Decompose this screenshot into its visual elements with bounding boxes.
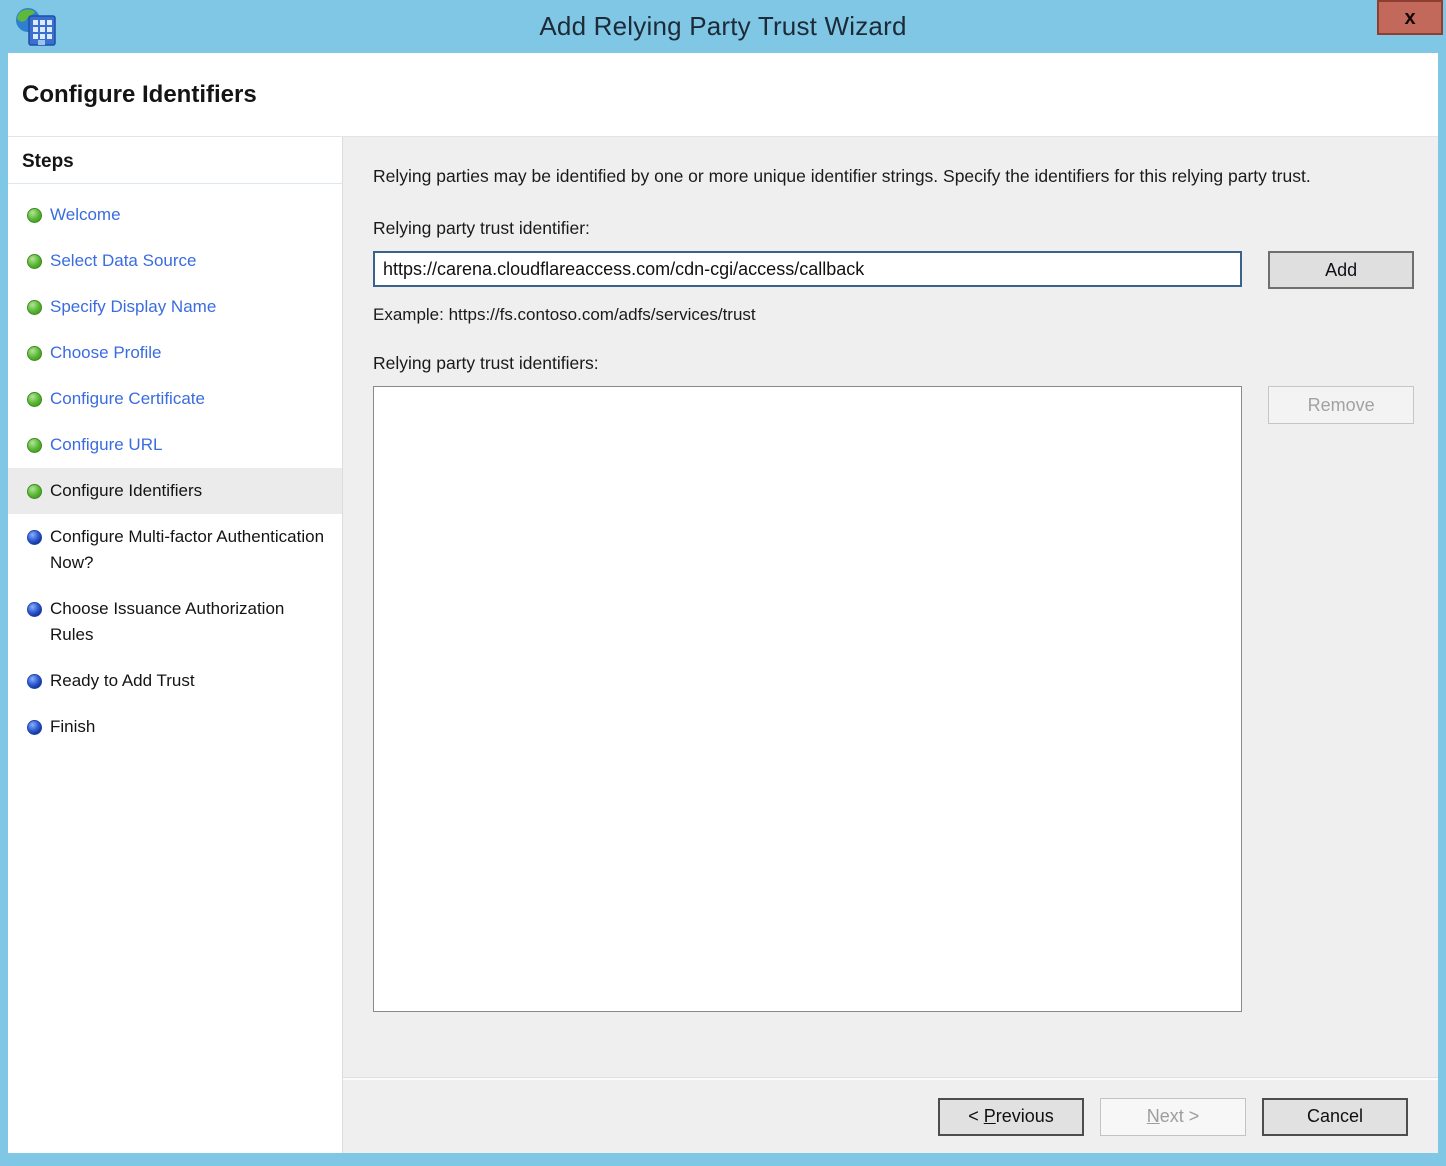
cancel-button[interactable]: Cancel <box>1262 1098 1408 1136</box>
step-item-specify-display-name[interactable]: Specify Display Name <box>8 284 342 330</box>
steps-sidebar: Steps Welcome Select Data Source Specify D… <box>8 137 343 1153</box>
window-title: Add Relying Party Trust Wizard <box>539 11 906 42</box>
steps-list: Welcome Select Data Source Specify Display… <box>8 192 342 750</box>
page-header: Configure Identifiers <box>8 53 1438 137</box>
step-item-label: Configure URL <box>50 435 162 454</box>
step-item-label: Configure Identifiers <box>50 481 202 500</box>
step-item-welcome[interactable]: Welcome <box>8 192 342 238</box>
remove-button[interactable]: Remove <box>1268 386 1414 424</box>
step-item-configure-multi-factor-authentication-now[interactable]: Configure Multi-factor Authentication No… <box>8 514 342 586</box>
step-item-configure-certificate[interactable]: Configure Certificate <box>8 376 342 422</box>
example-text: Example: https://fs.contoso.com/adfs/ser… <box>373 305 1414 325</box>
step-item-choose-issuance-authorization-rules[interactable]: Choose Issuance Authorization Rules <box>8 586 342 658</box>
step-item-label: Choose Issuance Authorization Rules <box>50 599 284 644</box>
wizard-window: Add Relying Party Trust Wizard x Configu… <box>0 0 1446 1166</box>
step-item-finish[interactable]: Finish <box>8 704 342 750</box>
step-item-label: Configure Certificate <box>50 389 205 408</box>
step-item-label: Ready to Add Trust <box>50 671 195 690</box>
step-item-label: Choose Profile <box>50 343 162 362</box>
step-item-select-data-source[interactable]: Select Data Source <box>8 238 342 284</box>
add-button[interactable]: Add <box>1268 251 1414 289</box>
close-button[interactable]: x <box>1377 0 1443 35</box>
step-item-configure-identifiers[interactable]: Configure Identifiers <box>8 468 342 514</box>
titlebar: Add Relying Party Trust Wizard x <box>0 0 1446 53</box>
step-item-choose-profile[interactable]: Choose Profile <box>8 330 342 376</box>
identifier-label: Relying party trust identifier: <box>373 218 1414 239</box>
description-text: Relying parties may be identified by one… <box>373 163 1403 190</box>
step-item-label: Select Data Source <box>50 251 196 270</box>
wizard-frame: Configure Identifiers Steps Welcome Selec… <box>8 53 1438 1153</box>
footer: < Previous Next > Cancel <box>343 1078 1438 1153</box>
identifiers-listbox[interactable] <box>373 386 1242 1012</box>
identifiers-list-label: Relying party trust identifiers: <box>373 353 1414 374</box>
next-button[interactable]: Next > <box>1100 1098 1246 1136</box>
step-item-ready-to-add-trust[interactable]: Ready to Add Trust <box>8 658 342 704</box>
step-item-label: Configure Multi-factor Authentication No… <box>50 527 324 572</box>
step-item-configure-url[interactable]: Configure URL <box>8 422 342 468</box>
step-item-label: Finish <box>50 717 95 736</box>
content-pane: Relying parties may be identified by one… <box>343 137 1438 1153</box>
step-item-label: Welcome <box>50 205 121 224</box>
step-item-label: Specify Display Name <box>50 297 216 316</box>
identifier-input[interactable] <box>373 251 1242 287</box>
steps-heading: Steps <box>8 147 342 184</box>
previous-button[interactable]: < Previous <box>938 1098 1084 1136</box>
page-title: Configure Identifiers <box>22 81 257 109</box>
adfs-app-icon <box>14 7 60 49</box>
